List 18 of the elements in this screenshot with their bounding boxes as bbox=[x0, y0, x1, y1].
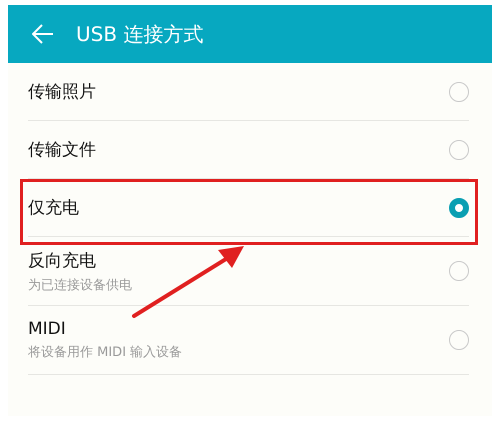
option-title: 传输文件 bbox=[28, 139, 96, 161]
option-description: 将设备用作 MIDI 输入设备 bbox=[28, 344, 182, 361]
option-title: 反向充电 bbox=[28, 250, 97, 272]
radio-button[interactable] bbox=[449, 198, 469, 218]
option-row[interactable]: MIDI 将设备用作 MIDI 输入设备 bbox=[28, 306, 469, 375]
option-title: 仅充电 bbox=[28, 197, 79, 219]
screen-title: USB 连接方式 bbox=[76, 20, 204, 48]
radio-button[interactable] bbox=[449, 82, 469, 102]
option-title: MIDI bbox=[28, 319, 67, 339]
option-title: 传输照片 bbox=[28, 81, 96, 103]
back-arrow-icon[interactable] bbox=[32, 24, 54, 44]
option-row[interactable]: 传输照片 bbox=[28, 63, 469, 121]
radio-button[interactable] bbox=[449, 330, 469, 350]
option-row[interactable]: 仅充电 bbox=[28, 179, 469, 237]
option-row[interactable]: 传输文件 bbox=[28, 121, 469, 179]
radio-button[interactable] bbox=[449, 140, 469, 160]
radio-button[interactable] bbox=[449, 261, 469, 281]
option-description: 为已连接设备供电 bbox=[28, 276, 132, 294]
